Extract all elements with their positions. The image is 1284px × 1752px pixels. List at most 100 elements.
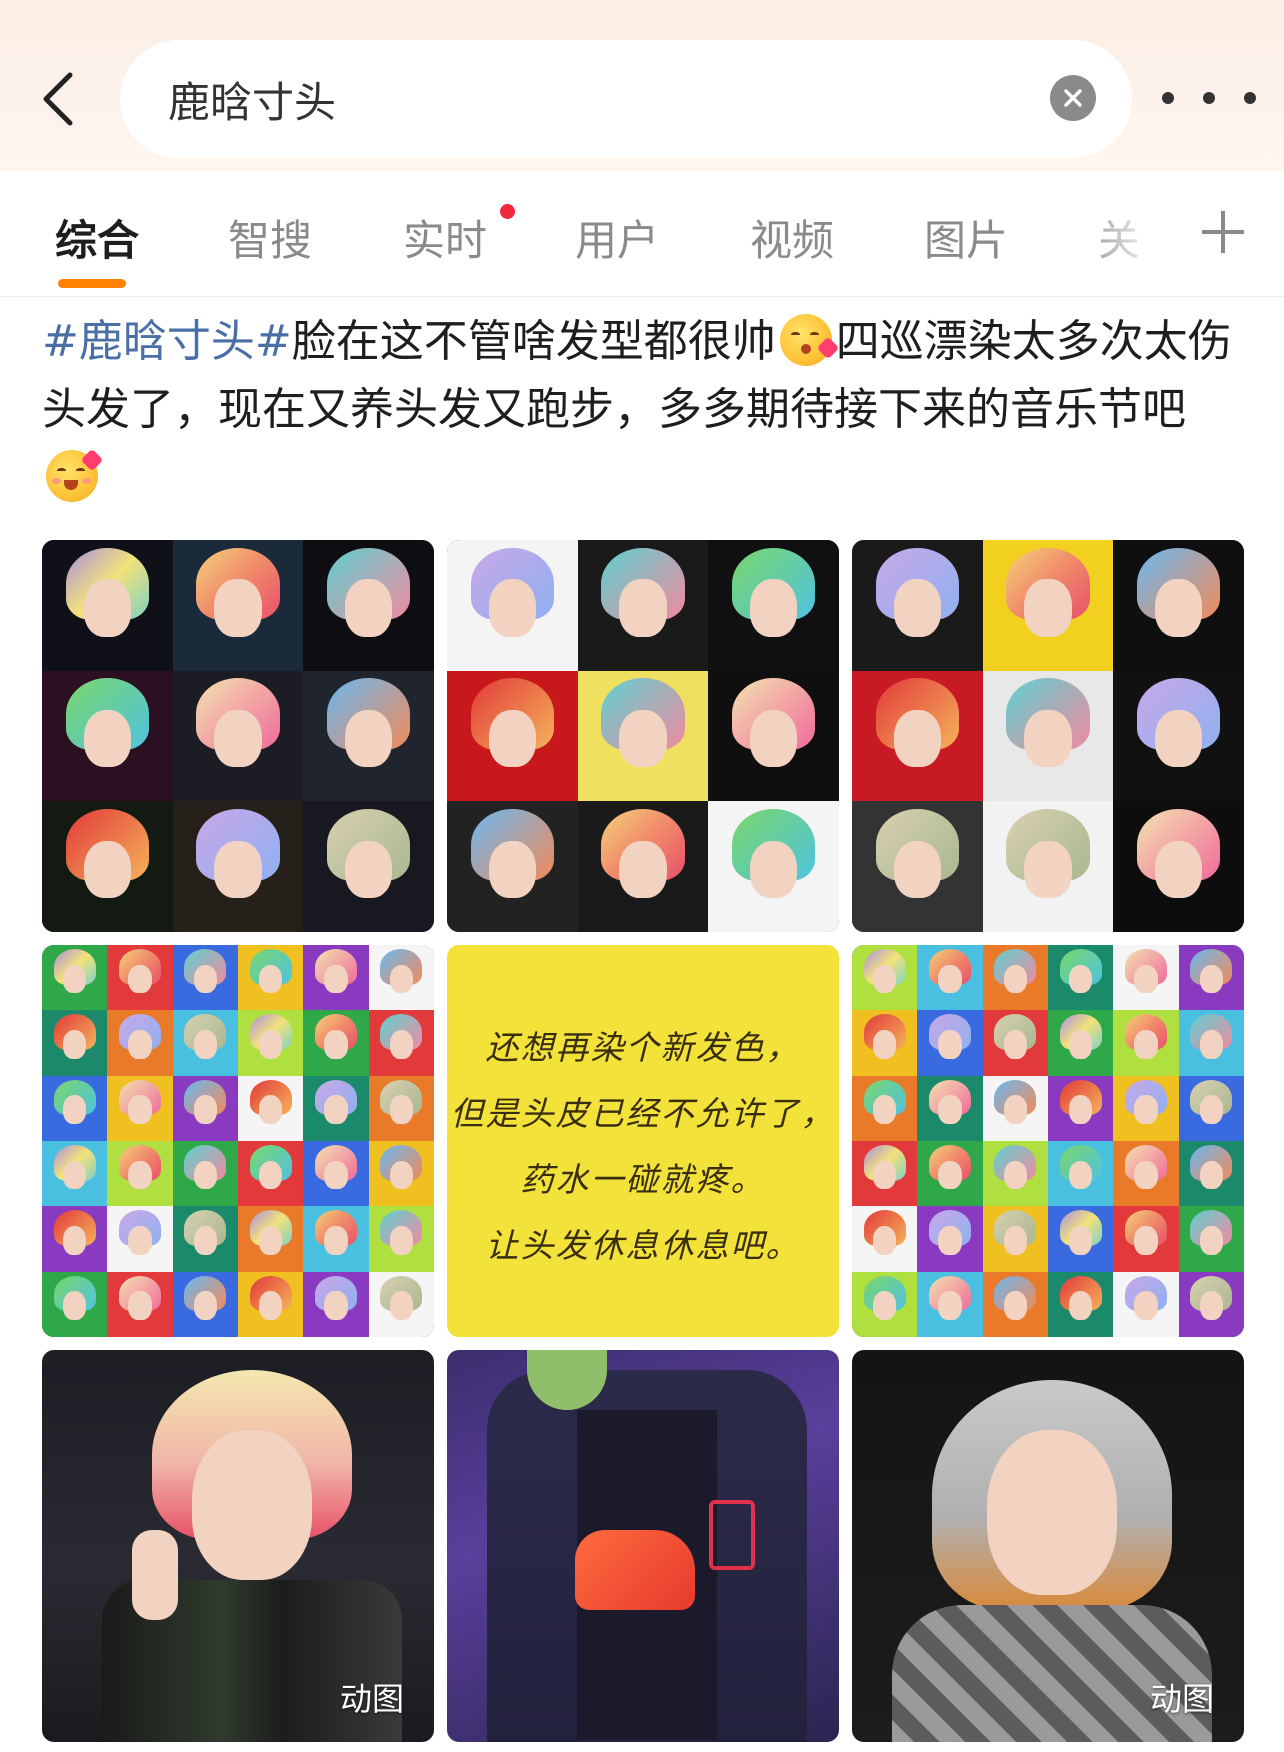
image-jersey[interactable]	[447, 1350, 839, 1742]
face-shape	[1024, 709, 1072, 768]
collage-cell	[1113, 540, 1244, 672]
note-text: 还想再染个新发色， 但是头皮已经不允许了， 药水一碰就疼。 让头发休息休息吧。	[447, 1015, 839, 1279]
face-shape	[1155, 709, 1203, 768]
face-shape	[1199, 1291, 1224, 1320]
tab-users[interactable]: 用户	[575, 207, 659, 267]
kiss-face-emoji-icon	[779, 314, 840, 366]
collage-cell	[238, 1206, 305, 1273]
clear-search-button[interactable]	[1050, 75, 1096, 121]
collage-cell	[1113, 1206, 1180, 1273]
face-shape	[345, 709, 393, 768]
collage-cell	[1048, 1206, 1115, 1273]
collage-cell	[42, 1141, 109, 1208]
collage-cell	[172, 670, 305, 803]
image-mosaic-1[interactable]	[42, 945, 434, 1337]
face-shape	[893, 579, 941, 637]
collage-cell	[172, 1206, 239, 1273]
image-handwritten-note[interactable]: 还想再染个新发色， 但是头皮已经不允许了， 药水一碰就疼。 让头发休息休息吧。	[447, 945, 839, 1337]
face-shape	[1155, 579, 1203, 637]
collage-cell	[852, 1206, 919, 1273]
search-input[interactable]	[168, 74, 988, 124]
face-shape	[324, 1291, 348, 1320]
face-shape	[389, 1160, 414, 1190]
face-shape	[1068, 1095, 1093, 1124]
face-shape	[193, 964, 218, 994]
collage-cell	[107, 1141, 174, 1208]
collage-cell	[42, 945, 109, 1012]
collage-cell	[577, 801, 710, 932]
collage-cell	[303, 945, 370, 1012]
face-shape	[1134, 1095, 1158, 1124]
face-shape	[872, 1095, 897, 1124]
collage-cell	[447, 540, 579, 672]
more-options-button[interactable]	[1162, 78, 1256, 118]
image-grid: 还想再染个新发色， 但是头皮已经不允许了， 药水一碰就疼。 让头发休息休息吧。 …	[42, 540, 1244, 1744]
collage-cell	[917, 1075, 984, 1142]
tab-smart-search[interactable]: 智搜	[228, 207, 312, 267]
collage-cell	[172, 540, 305, 672]
tab-images[interactable]: 图片	[924, 207, 1008, 267]
tab-realtime[interactable]: 实时	[403, 207, 487, 267]
active-tab-indicator	[58, 279, 126, 288]
collage-cell	[238, 1075, 305, 1142]
face-shape	[1199, 964, 1224, 994]
image-collage-3[interactable]	[852, 540, 1244, 932]
collage-cell	[1048, 1010, 1115, 1077]
collage-cell	[708, 540, 839, 672]
face-shape	[1003, 1160, 1028, 1190]
image-collage-2[interactable]	[447, 540, 839, 932]
face-shape	[389, 1291, 414, 1320]
collage-cell	[1178, 1206, 1244, 1273]
add-tab-button[interactable]	[1198, 207, 1248, 257]
search-header	[0, 0, 1284, 171]
tab-videos[interactable]: 视频	[750, 207, 834, 267]
hashtag-link[interactable]: #鹿晗寸头#	[42, 316, 292, 367]
image-silver-hair[interactable]: 动图	[852, 1350, 1244, 1742]
hand-shape	[132, 1530, 178, 1620]
face-shape	[1199, 1225, 1224, 1255]
dot-icon	[1244, 92, 1256, 104]
image-peace-sign[interactable]: 动图	[42, 1350, 434, 1742]
face-shape	[938, 1095, 962, 1124]
face-shape	[893, 840, 941, 898]
collage-cell	[172, 945, 239, 1012]
tab-comprehensive[interactable]: 综合	[55, 207, 139, 267]
collage-cell	[368, 1141, 434, 1208]
collage-cell	[42, 540, 174, 672]
collage-cell	[303, 670, 434, 803]
face-shape	[750, 579, 798, 637]
face-shape	[872, 1029, 897, 1059]
collage-cell	[172, 1141, 239, 1208]
face-shape	[488, 840, 536, 898]
face-shape	[1068, 1029, 1093, 1059]
smiling-hearts-emoji-icon	[46, 448, 104, 502]
image-mosaic-2[interactable]	[852, 945, 1244, 1337]
post-text-part-1: 脸在这不管啥发型都很帅	[291, 316, 776, 367]
face-shape	[1003, 1225, 1028, 1255]
collage-cell	[852, 1010, 919, 1077]
face-shape	[750, 709, 798, 768]
face-shape	[1003, 1095, 1028, 1124]
image-collage-1[interactable]	[42, 540, 434, 932]
collage-cell	[708, 670, 839, 803]
search-bar[interactable]	[120, 40, 1132, 158]
collage-cell	[1178, 1141, 1244, 1208]
collage-cell	[447, 801, 579, 932]
face-shape	[1134, 1029, 1158, 1059]
face-shape	[62, 1291, 87, 1320]
face-shape	[938, 1225, 962, 1255]
collage-cell	[172, 1075, 239, 1142]
post-text: #鹿晗寸头#脸在这不管啥发型都很帅 四巡漂染太多次太伤头发了，现在又养头发又跑步，…	[42, 308, 1242, 512]
gif-badge: 动图	[339, 1680, 404, 1718]
face-shape	[1134, 1225, 1158, 1255]
face-shape	[1068, 964, 1093, 994]
collage-cell	[1048, 1075, 1115, 1142]
back-button[interactable]	[28, 62, 88, 136]
face-shape	[1155, 840, 1203, 898]
face-shape	[1024, 579, 1072, 637]
face-shape	[1068, 1291, 1093, 1320]
note-line: 但是头皮已经不允许了，	[450, 1094, 836, 1133]
note-line: 还想再染个新发色，	[485, 1028, 801, 1067]
face-shape	[62, 1095, 87, 1124]
collage-cell	[42, 1010, 109, 1077]
